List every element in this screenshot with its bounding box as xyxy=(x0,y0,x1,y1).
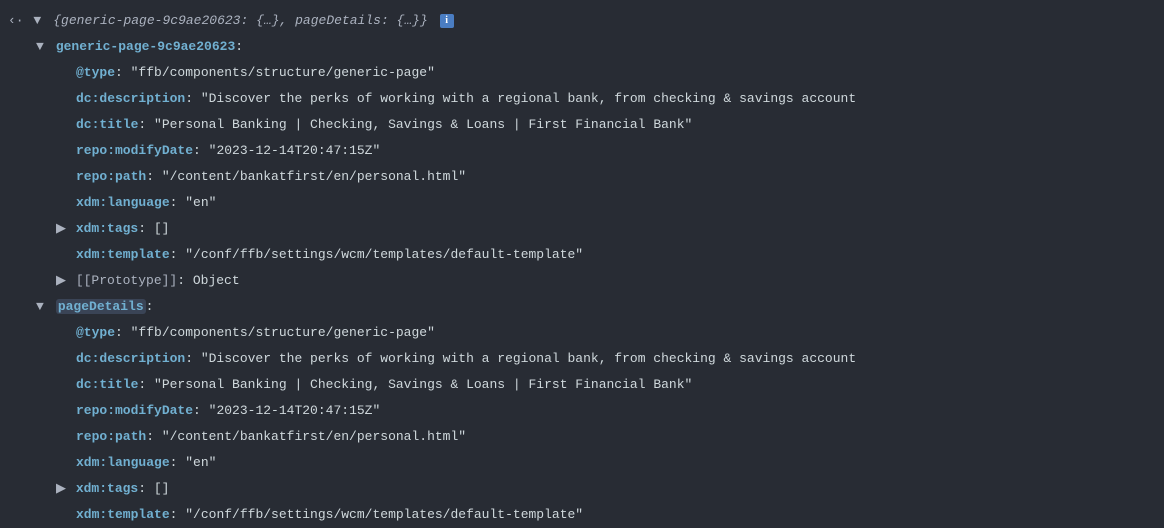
prop-key: repo:modifyDate xyxy=(76,143,193,158)
summary-open-brace: { xyxy=(53,13,61,28)
colon: : xyxy=(146,299,154,314)
expand-arrow-icon[interactable]: ▶ xyxy=(56,476,68,502)
prop-path: repo:path: "/content/bankatfirst/en/pers… xyxy=(0,164,1164,190)
prop-key: xdm:language xyxy=(76,195,170,210)
summary-colon-1: : xyxy=(240,13,256,28)
prop-value: Object xyxy=(193,273,240,288)
prop-value: "ffb/components/structure/generic-page" xyxy=(131,65,435,80)
prop-key: xdm:language xyxy=(76,455,170,470)
prop-value: "en" xyxy=(185,195,216,210)
prop-template: xdm:template: "/conf/ffb/settings/wcm/te… xyxy=(0,242,1164,268)
prop-value: [] xyxy=(154,221,170,236)
prop-prototype[interactable]: ▶ [[Prototype]]: Object xyxy=(0,268,1164,294)
summary-colon-2: : xyxy=(381,13,397,28)
colon: : xyxy=(235,39,243,54)
prop-key: xdm:template xyxy=(76,247,170,262)
prop-key: dc:description xyxy=(76,91,185,106)
expand-arrow-icon[interactable]: ▶ xyxy=(56,268,68,294)
prop-value: "Personal Banking | Checking, Savings & … xyxy=(154,117,692,132)
prop-value: "ffb/components/structure/generic-page" xyxy=(131,325,435,340)
prop-title: dc:title: "Personal Banking | Checking, … xyxy=(0,372,1164,398)
section-2-name: pageDetails xyxy=(56,299,146,314)
prop-key: @type xyxy=(76,325,115,340)
prop-key: xdm:template xyxy=(76,507,170,522)
prop-template: xdm:template: "/conf/ffb/settings/wcm/te… xyxy=(0,502,1164,528)
section-1-header[interactable]: ▼ generic-page-9c9ae20623: xyxy=(0,34,1164,60)
prop-value: "2023-12-14T20:47:15Z" xyxy=(209,143,381,158)
back-icon[interactable]: ‹· xyxy=(8,8,24,34)
summary-key-1: generic-page-9c9ae20623 xyxy=(61,13,240,28)
object-summary-row: ‹· ▼ {generic-page-9c9ae20623: {…}, page… xyxy=(0,8,1164,34)
prop-description: dc:description: "Discover the perks of w… xyxy=(0,86,1164,112)
prop-key: xdm:tags xyxy=(76,481,138,496)
prop-language: xdm:language: "en" xyxy=(0,450,1164,476)
prop-value: "/content/bankatfirst/en/personal.html" xyxy=(162,169,466,184)
summary-close-brace: } xyxy=(420,13,428,28)
prop-description: dc:description: "Discover the perks of w… xyxy=(0,346,1164,372)
prop-value: "2023-12-14T20:47:15Z" xyxy=(209,403,381,418)
prop-type: @type: "ffb/components/structure/generic… xyxy=(0,320,1164,346)
prop-language: xdm:language: "en" xyxy=(0,190,1164,216)
prop-key: xdm:tags xyxy=(76,221,138,236)
expand-arrow-icon[interactable]: ▼ xyxy=(36,34,48,60)
expand-arrow-icon[interactable]: ▼ xyxy=(36,294,48,320)
prop-value: "Discover the perks of working with a re… xyxy=(201,351,856,366)
prop-tags[interactable]: ▶ xdm:tags: [] xyxy=(0,476,1164,502)
expand-arrow-icon[interactable]: ▼ xyxy=(33,8,45,34)
summary-comma-1: , xyxy=(280,13,296,28)
prop-value: "en" xyxy=(185,455,216,470)
prop-key: repo:path xyxy=(76,169,146,184)
section-2-header[interactable]: ▼ pageDetails: xyxy=(0,294,1164,320)
prop-key: dc:description xyxy=(76,351,185,366)
prop-tags[interactable]: ▶ xdm:tags: [] xyxy=(0,216,1164,242)
summary-key-2: pageDetails xyxy=(295,13,381,28)
summary-ellipsis-1: {…} xyxy=(256,13,279,28)
prop-value: "/conf/ffb/settings/wcm/templates/defaul… xyxy=(185,507,583,522)
prop-value: "/conf/ffb/settings/wcm/templates/defaul… xyxy=(185,247,583,262)
prop-key: dc:title xyxy=(76,377,138,392)
prop-modify-date: repo:modifyDate: "2023-12-14T20:47:15Z" xyxy=(0,398,1164,424)
prop-value: "Discover the perks of working with a re… xyxy=(201,91,856,106)
prop-key: repo:modifyDate xyxy=(76,403,193,418)
prop-key: repo:path xyxy=(76,429,146,444)
prop-value: "/content/bankatfirst/en/personal.html" xyxy=(162,429,466,444)
info-icon[interactable]: i xyxy=(440,14,454,28)
prop-path: repo:path: "/content/bankatfirst/en/pers… xyxy=(0,424,1164,450)
prop-title: dc:title: "Personal Banking | Checking, … xyxy=(0,112,1164,138)
prop-key: @type xyxy=(76,65,115,80)
prop-value: [] xyxy=(154,481,170,496)
prop-type: @type: "ffb/components/structure/generic… xyxy=(0,60,1164,86)
section-1-name: generic-page-9c9ae20623 xyxy=(56,39,235,54)
prop-key: dc:title xyxy=(76,117,138,132)
prop-modify-date: repo:modifyDate: "2023-12-14T20:47:15Z" xyxy=(0,138,1164,164)
prop-value: "Personal Banking | Checking, Savings & … xyxy=(154,377,692,392)
summary-ellipsis-2: {…} xyxy=(397,13,420,28)
expand-arrow-icon[interactable]: ▶ xyxy=(56,216,68,242)
prop-key: [[Prototype]] xyxy=(76,273,177,288)
